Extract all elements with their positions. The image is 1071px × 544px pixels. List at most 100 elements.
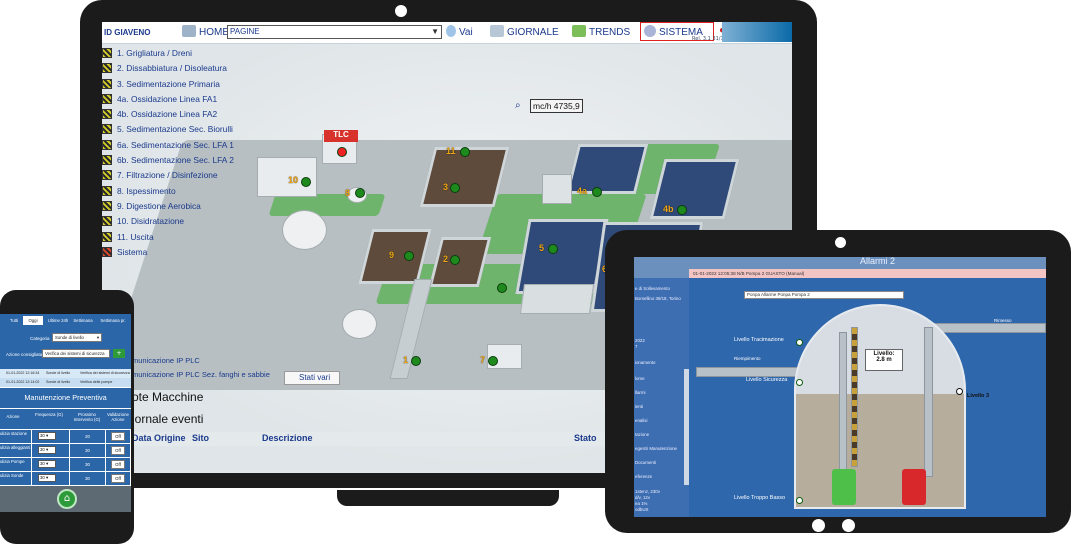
cell-prossimo: 30 <box>70 458 106 472</box>
flow-reading: mc/h 4735,9 <box>530 99 583 113</box>
pump-2[interactable] <box>902 469 926 505</box>
area-icon <box>102 93 112 104</box>
status-indicator[interactable] <box>355 188 365 198</box>
menu-item-9[interactable]: 9. Digestione Aerobica <box>102 199 262 214</box>
col-frequenza: Frequenza (G) <box>35 412 63 417</box>
status-indicator[interactable] <box>497 283 507 293</box>
event-date: 01-01-2022 12:14:02 <box>6 380 40 384</box>
status-indicator[interactable] <box>301 177 311 187</box>
menu-item-4a[interactable]: 4a. Ossidazione Linea FA1 <box>102 92 262 107</box>
sidebar-item[interactable]: eferenze <box>635 474 652 479</box>
status-indicator[interactable] <box>411 356 421 366</box>
status-indicator[interactable] <box>337 147 347 157</box>
cell-prossimo: 20 <box>70 430 106 444</box>
sidebar-item[interactable]: tazione <box>635 432 649 437</box>
status-indicator[interactable] <box>450 255 460 265</box>
laptop-base <box>337 490 559 506</box>
cell-validazione: Off <box>106 472 131 486</box>
tab-oggi[interactable]: Oggi <box>23 316 43 325</box>
area-number: 2 <box>443 254 449 264</box>
search-icon <box>446 25 456 37</box>
status-indicator[interactable] <box>488 356 498 366</box>
frequency-select[interactable]: 30 ▾ <box>38 432 56 440</box>
tab-ultime-24h[interactable]: Ultime 24h <box>47 316 69 325</box>
level-readout: Livello: 2.8 m <box>865 349 903 371</box>
sidebar-item[interactable]: Documenti <box>635 460 656 465</box>
menu-item-3[interactable]: 3. Sedimentazione Primaria <box>102 77 262 92</box>
home-button-dot[interactable] <box>842 519 855 532</box>
menu-item-11[interactable]: 11. Uscita <box>102 230 262 245</box>
tab-tutti[interactable]: Tutti <box>8 316 20 325</box>
list-item[interactable]: 01-01-2022 12:16:34 Sonde di livello Ver… <box>0 369 131 378</box>
level-value: 2.8 m <box>876 357 892 363</box>
add-button[interactable]: + <box>113 349 125 358</box>
menu-item-2[interactable]: 2. Dissabbiatura / Disoleatura <box>102 61 262 76</box>
vai-button[interactable]: Vai <box>446 25 473 38</box>
cell-frequenza: 30 ▾ <box>32 472 70 486</box>
menu-item-4b[interactable]: 4b. Ossidazione Linea FA2 <box>102 107 262 122</box>
validate-toggle[interactable]: Off <box>111 446 125 455</box>
area-number: 1 <box>403 355 409 365</box>
menu-item-6b[interactable]: 6b. Sedimentazione Sec. LFA 2 <box>102 153 262 168</box>
level-sensor[interactable] <box>796 379 803 386</box>
list-item[interactable]: 01-01-2022 12:14:02 Sonde di livello Ver… <box>0 378 131 387</box>
validate-toggle[interactable]: Off <box>111 474 125 483</box>
status-indicator[interactable] <box>592 187 602 197</box>
search-input[interactable]: Ponpa Allarme Ponpa Pompa 2 <box>744 291 904 299</box>
sidebar-item[interactable]: llarmi <box>635 390 646 395</box>
giornale-button[interactable]: GIORNALE <box>490 25 559 38</box>
label-rimesso: Rimesso <box>994 318 1012 323</box>
filter-form: Categoria Sonde di livello ▾ Azione consi… <box>0 327 131 369</box>
sidebar-item[interactable]: enalisi <box>635 418 647 423</box>
categoria-select[interactable]: Sonde di livello ▾ <box>52 333 102 342</box>
filter-tabs: Tutti Oggi Ultime 24h Settimana Settiman… <box>0 314 131 327</box>
area-icon <box>102 170 112 181</box>
status-indicator[interactable] <box>404 251 414 261</box>
label-livello-3: Livello 3 <box>967 393 990 399</box>
tab-settimana[interactable]: Settimana <box>72 316 94 325</box>
menu-item-10[interactable]: 10. Disidratazione <box>102 214 262 229</box>
frequency-select[interactable]: 30 ▾ <box>38 460 56 468</box>
home-icon[interactable]: ⌂ <box>57 489 77 509</box>
menu-item-8[interactable]: 8. Ispessimento <box>102 184 262 199</box>
sidebar-item[interactable]: lome <box>635 376 645 381</box>
page-select[interactable]: PAGINE ▼ <box>227 25 442 39</box>
frequency-select[interactable]: 30 ▾ <box>38 446 56 454</box>
menu-item-1[interactable]: 1. Grigliatura / Dreni <box>102 46 262 61</box>
validate-toggle[interactable]: Off <box>111 460 125 469</box>
level-sensor[interactable] <box>796 497 803 504</box>
menu-item-6a[interactable]: 6a. Sedimentazione Sec. LFA 1 <box>102 138 262 153</box>
tab-settimana-pr[interactable]: Settimana pr. <box>98 316 128 325</box>
menu-item-sistema[interactable]: Sistema <box>102 245 262 260</box>
sidebar-item[interactable]: egestri Manutenzione <box>635 446 677 451</box>
trends-button[interactable]: TRENDS <box>572 25 630 38</box>
page-title: Allarmi 2 <box>860 257 896 266</box>
area-number: 3 <box>443 182 449 192</box>
menu-item-5[interactable]: 5. Sedimentazione Sec. Biorulli <box>102 122 262 137</box>
level-sensor[interactable] <box>956 388 963 395</box>
status-indicator[interactable] <box>450 183 460 193</box>
area-number: 5 <box>539 243 545 253</box>
sidebar-text: e di Sollevamento <box>635 286 670 291</box>
level-sensor[interactable] <box>796 339 803 346</box>
cell-azione: ulizia alleggianti <box>0 444 32 458</box>
validate-toggle[interactable]: Off <box>111 432 125 441</box>
col-data-origine: Data Origine <box>132 433 186 443</box>
alarm-banner[interactable]: 01-01-2022 12:05:38 N/B Pompa 2 GUASTO (… <box>689 269 1046 278</box>
home-button-dot[interactable] <box>812 519 825 532</box>
note-macchine-heading: ote Macchine <box>132 390 204 404</box>
home-button[interactable]: HOME <box>182 25 229 38</box>
status-indicator[interactable] <box>548 244 558 254</box>
menu-item-7[interactable]: 7. Filtrazione / Disinfezione <box>102 168 262 183</box>
search-icon[interactable]: ⌕ <box>515 100 521 111</box>
stati-vari-button[interactable]: Stati vari <box>284 371 340 385</box>
comm-status-1: municazione IP PLC <box>132 356 200 365</box>
chevron-down-icon: ▼ <box>431 27 439 36</box>
status-indicator[interactable] <box>460 147 470 157</box>
sidebar-item[interactable]: ienti <box>635 404 643 409</box>
azione-input[interactable]: Verifica dei sistemi di sicurezza <box>42 349 110 358</box>
status-indicator[interactable] <box>677 205 687 215</box>
frequency-select[interactable]: 30 ▾ <box>38 474 56 482</box>
pump-1[interactable] <box>832 469 856 505</box>
pipe-riser <box>839 332 847 482</box>
